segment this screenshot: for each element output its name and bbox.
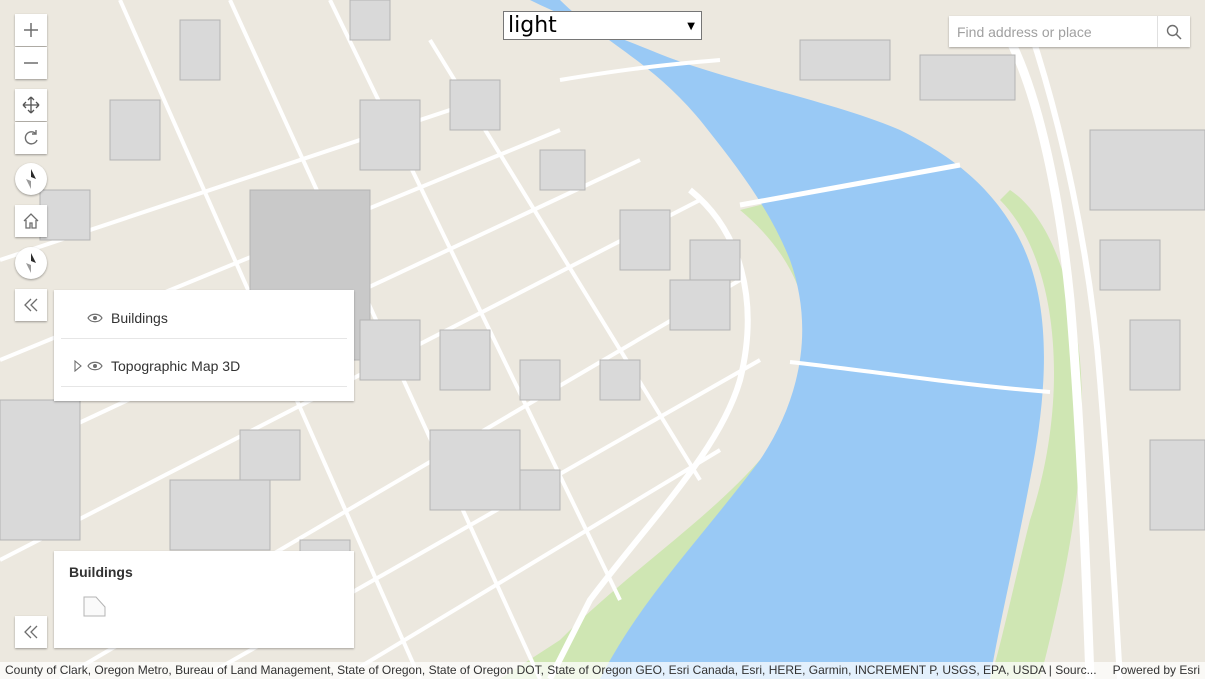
layer-item-topographic-map-3d[interactable]: Topographic Map 3D bbox=[61, 345, 347, 387]
double-chevron-left-icon bbox=[24, 298, 38, 312]
basemap-select-value: light bbox=[508, 13, 557, 38]
legend-title: Buildings bbox=[69, 564, 133, 580]
layer-list-panel: Buildings Topographic Map 3D bbox=[54, 290, 354, 401]
collapse-legend-button[interactable] bbox=[15, 616, 47, 648]
search-input[interactable] bbox=[949, 16, 1157, 47]
chevron-down-icon: ▼ bbox=[687, 21, 695, 32]
layer-item-label: Buildings bbox=[111, 309, 168, 326]
home-button[interactable] bbox=[15, 205, 47, 237]
rotate-icon bbox=[24, 130, 38, 145]
attribution-bar[interactable]: County of Clark, Oregon Metro, Bureau of… bbox=[0, 662, 1205, 679]
triangle-right-icon[interactable] bbox=[73, 359, 83, 372]
eye-icon[interactable] bbox=[87, 312, 103, 324]
compass-widget-button[interactable] bbox=[15, 247, 47, 279]
building-polygon-icon bbox=[83, 596, 106, 617]
zoom-out-button[interactable] bbox=[15, 47, 47, 79]
powered-by-esri[interactable]: Powered by Esri bbox=[1113, 662, 1200, 679]
compass-button[interactable] bbox=[15, 163, 47, 195]
rotate-mode-button[interactable] bbox=[15, 122, 47, 154]
collapse-layer-list-button[interactable] bbox=[15, 289, 47, 321]
compass-needle-icon bbox=[26, 253, 36, 273]
move-arrows-icon bbox=[22, 96, 40, 114]
attribution-sources[interactable]: County of Clark, Oregon Metro, Bureau of… bbox=[5, 662, 1097, 679]
layer-item-label: Topographic Map 3D bbox=[111, 357, 241, 374]
pan-mode-button[interactable] bbox=[15, 89, 47, 121]
minus-icon bbox=[24, 62, 38, 64]
search-widget bbox=[949, 16, 1190, 47]
double-chevron-left-icon bbox=[24, 625, 38, 639]
home-icon bbox=[23, 213, 39, 229]
plus-icon bbox=[24, 23, 38, 37]
layer-item-buildings[interactable]: Buildings bbox=[61, 297, 347, 339]
eye-icon[interactable] bbox=[87, 360, 103, 372]
search-icon bbox=[1166, 24, 1182, 40]
search-button[interactable] bbox=[1157, 16, 1190, 47]
legend-panel: Buildings bbox=[54, 551, 354, 648]
zoom-in-button[interactable] bbox=[15, 14, 47, 46]
basemap-select[interactable]: light ▼ bbox=[503, 11, 702, 40]
compass-needle-icon bbox=[26, 169, 36, 189]
